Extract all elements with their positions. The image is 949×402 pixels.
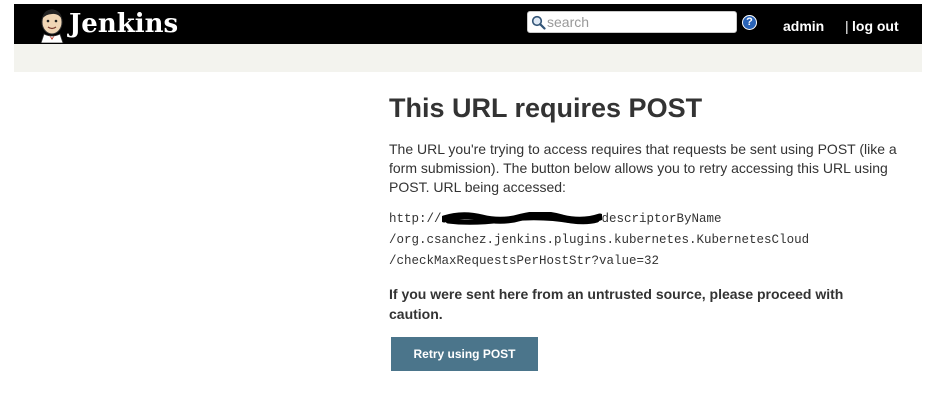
main-content: This URL requires POST The URL you're tr… [389, 92, 929, 371]
user-link[interactable]: admin [783, 18, 824, 34]
url-line-1-suffix: descriptorByName [601, 212, 722, 226]
page-title: This URL requires POST [389, 93, 703, 123]
url-line-2: /org.csanchez.jenkins.plugins.kubernetes… [389, 233, 810, 247]
url-line-3: /checkMaxRequestsPerHostStr?value=32 [389, 254, 660, 268]
page: Jenkins ? admin | log out This URL requi… [0, 0, 949, 402]
search-box[interactable] [527, 11, 737, 33]
help-icon[interactable]: ? [742, 15, 757, 30]
accessed-url: http:// descriptorByName /org.csanchez.j… [389, 209, 929, 272]
untrusted-source-warning: If you were sent here from an untrusted … [389, 286, 844, 322]
url-line-1: http:// descriptorByName [389, 209, 929, 230]
header-separator: | [845, 18, 849, 34]
redacted-host-mark [441, 211, 602, 225]
description-text: The URL you're trying to access requires… [389, 141, 897, 195]
url-prefix: http:// [389, 212, 442, 226]
breadcrumb-bar [14, 44, 922, 72]
search-icon [531, 15, 546, 30]
jenkins-logo-icon[interactable] [34, 7, 70, 43]
retry-post-button[interactable]: Retry using POST [391, 337, 538, 371]
search-input[interactable] [547, 13, 733, 31]
page-header: Jenkins ? admin | log out [14, 4, 922, 44]
logout-link[interactable]: log out [852, 18, 899, 34]
brand-name[interactable]: Jenkins [69, 9, 178, 39]
